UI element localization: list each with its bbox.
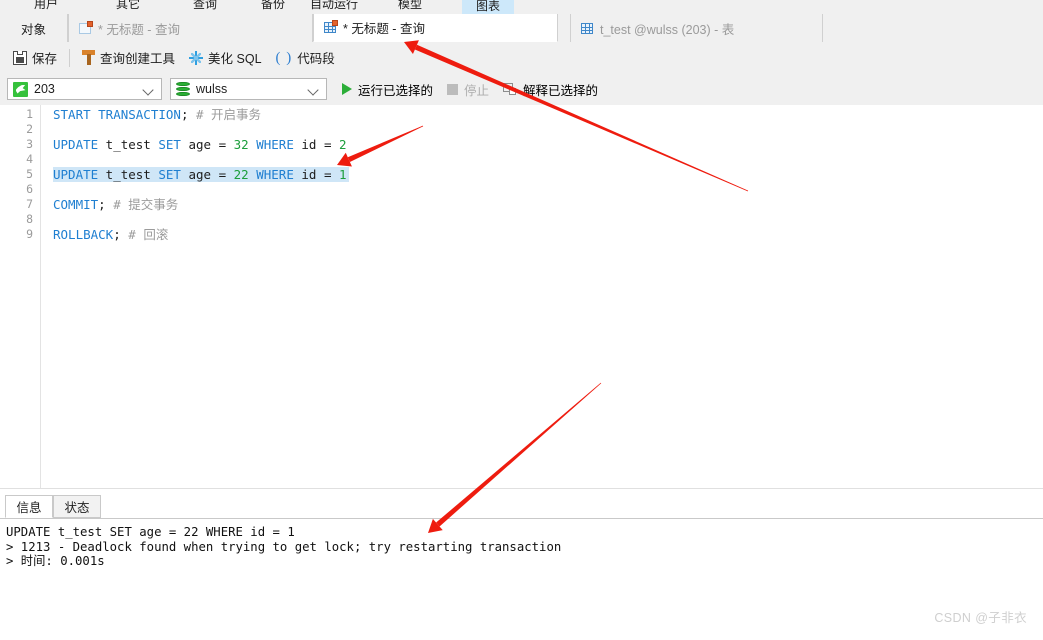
results-tab-bar: 信息 状态 [0,495,1043,519]
code-snippet-label: 代码段 [297,52,335,66]
line-number: 1 [26,107,33,121]
code-token: ; [113,227,121,242]
editor-tab-0[interactable]: * 无标题 - 查询 [68,14,313,42]
code-token: 22 [233,167,249,182]
code-token: WHERE [256,137,294,152]
ribbon-item-6[interactable]: 图表 [462,0,515,14]
query-builder-label: 查询创建工具 [100,52,176,66]
database-icon [176,81,190,97]
line-number: 2 [26,122,33,136]
line-number: 8 [26,212,33,226]
sql-editor[interactable]: 123456789 START TRANSACTION; # 开启事务 UPDAT… [0,105,1043,488]
objects-pane-label[interactable]: 对象 [0,14,68,42]
query-builder-button[interactable]: 查询创建工具 [75,46,182,70]
code-token: START TRANSACTION [53,107,181,122]
chevron-down-icon [143,84,154,95]
beautify-sql-label: 美化 SQL [208,52,262,66]
code-line-selected[interactable]: UPDATE t_test SET age = 22 WHERE id = 1 [53,167,349,182]
line-number: 4 [26,152,33,166]
save-button-label: 保存 [32,52,58,66]
code-token: id = [293,167,340,182]
query-toolbar: 保存 查询创建工具 美化 SQL ( ) 代码段 [0,42,1043,74]
ribbon-item-0[interactable]: 用户 [34,0,58,12]
code-token: # 回滚 [120,227,169,242]
code-token: UPDATE [53,137,99,152]
code-token: t_test [98,167,159,182]
editor-tab-label: * 无标题 - 查询 [343,22,425,36]
explain-icon [503,82,517,96]
line-number: 3 [26,137,33,151]
grid-table-icon [324,20,338,34]
connection-select[interactable]: 203 [7,78,162,100]
save-button[interactable]: 保存 [6,46,64,70]
results-log: UPDATE t_test SET age = 22 WHERE id = 1 … [6,525,562,569]
code-line[interactable]: COMMIT; # 提交事务 [53,197,178,212]
code-line[interactable]: START TRANSACTION; # 开启事务 [53,107,261,122]
chevron-down-icon [308,84,319,95]
code-token: # 提交事务 [105,197,179,212]
code-token: UPDATE [53,167,99,182]
code-token: WHERE [256,167,294,182]
ribbon-item-4[interactable]: 自动运行 [310,0,358,12]
code-token: ROLLBACK [53,227,114,242]
code-token: SET [158,167,181,182]
results-tab-1[interactable]: 状态 [53,495,101,518]
line-number: 5 [26,167,33,181]
explain-selected-button[interactable]: 解释已选择的 [497,77,604,101]
mysql-icon [13,81,28,97]
code-token: id = [293,137,340,152]
connection-value: 203 [34,82,55,96]
ribbon-item-2[interactable]: 查询 [193,0,217,12]
ribbon-item-1[interactable]: 其它 [116,0,140,12]
database-value: wulss [196,82,228,96]
toolbar-separator [69,48,71,67]
grid-table-icon [581,22,595,35]
run-selected-button[interactable]: 运行已选择的 [336,77,439,101]
results-tab-0[interactable]: 信息 [5,495,53,518]
stop-button: 停止 [441,77,495,101]
stop-label: 停止 [464,83,490,98]
explain-selected-label: 解释已选择的 [523,83,599,98]
beautify-sql-button[interactable]: 美化 SQL [182,46,269,70]
grid-table-icon [79,20,93,35]
results-pane: 信息 状态 UPDATE t_test SET age = 22 WHERE id… [0,488,1043,640]
editor-tab-label: * 无标题 - 查询 [98,22,180,37]
code-token: # 开启事务 [188,107,262,122]
code-token: 1 [339,167,347,182]
ribbon-item-3[interactable]: 备份 [261,0,285,12]
code-token: t_test [98,137,159,152]
code-token: age = [180,167,234,182]
line-number: 6 [26,182,33,196]
code-token: SET [158,137,181,152]
editor-tab-2[interactable]: t_test @wulss (203) - 表 [570,14,823,42]
nav icat-query-window: 用户 其它 查询 备份 自动运行 模型 图表 对象 * 无标题 - 查询 * 无标题 - 查询… [0,0,1043,640]
play-icon [342,83,352,95]
code-line[interactable]: ROLLBACK; # 回滚 [53,227,168,242]
code-token: ; [98,197,106,212]
code-snippet-button[interactable]: ( ) 代码段 [269,46,342,70]
run-selected-label: 运行已选择的 [358,83,434,98]
ribbon-menu-strip: 用户 其它 查询 备份 自动运行 模型 图表 [0,0,1043,15]
ribbon-item-5[interactable]: 模型 [398,0,422,12]
editor-tab-label: t_test @wulss (203) - 表 [600,22,735,37]
database-select[interactable]: wulss [170,78,327,100]
code-token: age = [180,137,234,152]
code-token: 32 [233,137,249,152]
editor-tab-1[interactable]: * 无标题 - 查询 [313,14,558,42]
line-number: 9 [26,227,33,241]
watermark: CSDN @子非衣 [934,611,1027,625]
editor-tab-bar: 对象 * 无标题 - 查询 * 无标题 - 查询 t_test @wulss (20… [0,14,1043,43]
sparkle-icon [189,50,204,65]
code-token: COMMIT [53,197,99,212]
code-token: 2 [339,137,347,152]
line-number-gutter: 123456789 [0,105,41,488]
code-line[interactable]: UPDATE t_test SET age = 32 WHERE id = 2 [53,137,347,152]
save-icon [13,50,27,65]
query-builder-icon [82,50,96,65]
connection-toolbar: 203 wulss 运行已选择的 停止 解释已选择的 [0,73,1043,106]
parentheses-icon: ( ) [275,49,293,66]
stop-icon [447,83,459,95]
line-number: 7 [26,197,33,211]
